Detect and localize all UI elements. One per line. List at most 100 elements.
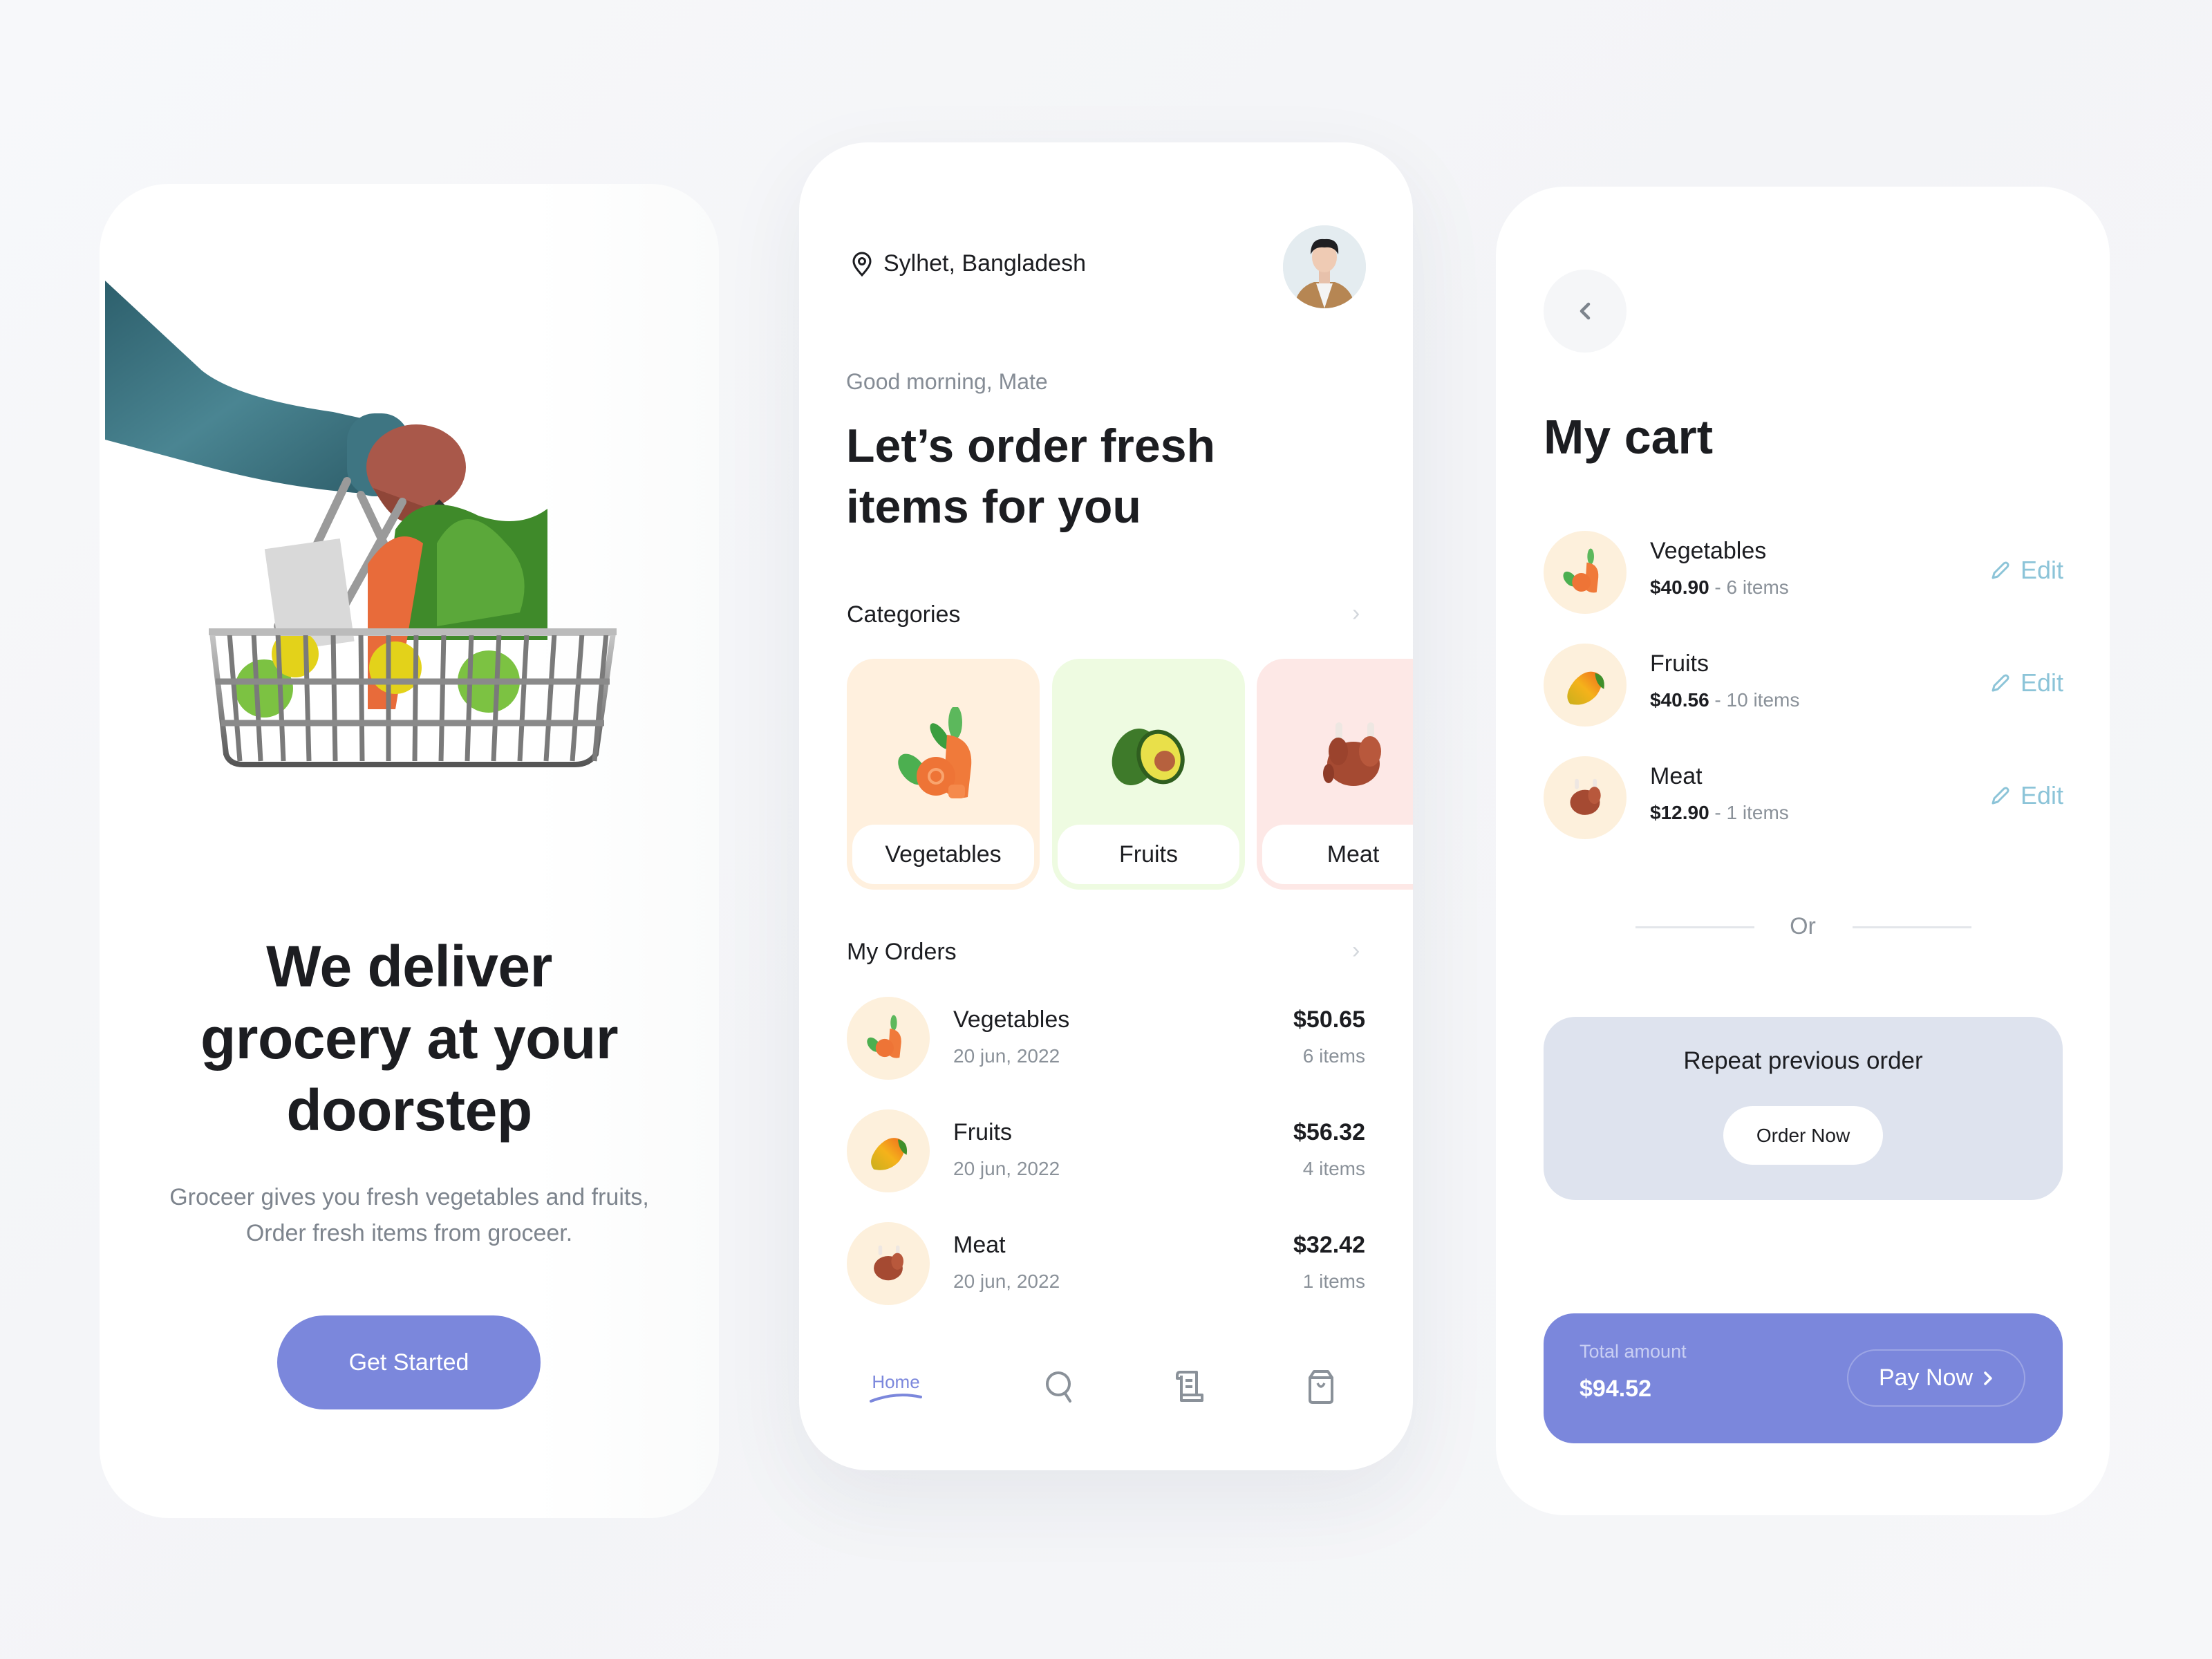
categories-chevron-right-icon[interactable]: › <box>1352 600 1360 627</box>
page-title: My cart <box>1544 410 1714 464</box>
cart-item-price: $40.90 <box>1650 577 1709 598</box>
edit-button[interactable]: Edit <box>1990 781 2063 810</box>
repeat-order-card: Repeat previous order Order Now <box>1544 1017 2063 1200</box>
pencil-icon <box>1991 561 2009 579</box>
divider <box>1853 926 1971 928</box>
cart-item-name: Meat <box>1650 763 1703 789</box>
repeat-order-title: Repeat previous order <box>1683 1047 1923 1074</box>
back-button[interactable] <box>1544 270 1627 353</box>
category-card-meat[interactable]: Meat <box>1257 659 1413 890</box>
search-icon <box>1046 1371 1071 1403</box>
cart-screen: My cart Vegetables $40.90 - 6 items Edit… <box>1496 187 2110 1515</box>
order-price: $50.65 <box>1293 1006 1365 1033</box>
order-name: Vegetables <box>953 1006 1070 1033</box>
order-date: 20 jun, 2022 <box>953 1158 1060 1179</box>
avocado-icon <box>1112 729 1185 785</box>
order-row[interactable]: Meat 20 jun, 2022 $32.42 1 items <box>847 1222 1365 1305</box>
category-card-vegetables[interactable]: Vegetables <box>847 659 1040 890</box>
user-photo <box>1283 225 1366 308</box>
total-label: Total amount <box>1580 1341 1687 1362</box>
pencil-icon <box>1991 787 2009 805</box>
onboarding-subtitle: Groceer gives you fresh vegetables and f… <box>100 1179 719 1251</box>
headline-line: Let’s order fresh <box>846 420 1216 472</box>
category-label: Vegetables <box>852 825 1034 884</box>
order-row[interactable]: Fruits 20 jun, 2022 $56.32 4 items <box>847 1109 1365 1192</box>
nav-home[interactable]: Home <box>858 1359 934 1414</box>
cart-item-name: Fruits <box>1650 650 1709 677</box>
carrot-icon <box>867 1015 901 1058</box>
edit-label: Edit <box>2020 668 2063 697</box>
category-label: Fruits <box>1058 825 1239 884</box>
chevron-right-icon <box>1984 1371 1992 1385</box>
carrot-icon <box>897 707 971 798</box>
avatar[interactable] <box>1283 225 1366 308</box>
cart-item-count: 6 items <box>1726 577 1789 598</box>
orders-chevron-right-icon[interactable]: › <box>1352 937 1360 964</box>
or-separator: Or <box>1496 910 2110 943</box>
map-pin-icon <box>852 252 872 276</box>
cart-item-meta: $12.90 - 1 items <box>1650 802 1789 823</box>
cart-item: Meat $12.90 - 1 items Edit <box>1544 756 2063 839</box>
edit-button[interactable]: Edit <box>1990 668 2063 697</box>
nav-search[interactable] <box>1032 1359 1087 1414</box>
nav-orders[interactable] <box>1163 1359 1218 1414</box>
edit-button[interactable]: Edit <box>1990 556 2063 585</box>
home-headline: Let’s order fresh items for you <box>846 415 1215 537</box>
cart-item: Vegetables $40.90 - 6 items Edit <box>1544 531 2063 614</box>
cart-item-meta: $40.90 - 6 items <box>1650 577 1789 598</box>
shopping-bag-icon <box>1309 1370 1333 1404</box>
carrot-icon <box>1563 548 1599 593</box>
edit-label: Edit <box>2020 556 2063 584</box>
headline-line: doorstep <box>286 1078 532 1143</box>
chicken-icon <box>1322 722 1381 786</box>
order-row[interactable]: Vegetables 20 jun, 2022 $50.65 6 items <box>847 997 1365 1080</box>
category-label: Meat <box>1262 825 1413 884</box>
order-now-button[interactable]: Order Now <box>1723 1106 1883 1165</box>
order-count: 1 items <box>1302 1271 1365 1292</box>
order-date: 20 jun, 2022 <box>953 1271 1060 1292</box>
cart-item-meta: $40.56 - 10 items <box>1650 689 1800 711</box>
location-selector[interactable]: Sylhet, Bangladesh <box>852 250 1086 277</box>
cart-item: Fruits $40.56 - 10 items Edit <box>1544 644 2063 727</box>
headline-line: items for you <box>846 480 1141 533</box>
cart-item-name: Vegetables <box>1650 538 1767 564</box>
hand-basket-illustration <box>105 281 617 767</box>
pay-now-label: Pay Now <box>1878 1365 1974 1391</box>
greeting-text: Good morning, Mate <box>846 369 1048 394</box>
or-label: Or <box>1790 913 1816 939</box>
order-date: 20 jun, 2022 <box>953 1045 1060 1067</box>
mango-icon <box>871 1138 908 1170</box>
cart-item-count: 10 items <box>1726 689 1800 711</box>
onboarding-screen: We deliver grocery at your doorstep Groc… <box>100 184 719 1518</box>
cart-item-price: $12.90 <box>1650 802 1709 823</box>
chicken-icon <box>874 1245 903 1281</box>
total-amount: $94.52 <box>1580 1376 1651 1402</box>
chicken-icon <box>1570 778 1601 815</box>
cart-item-count: 1 items <box>1726 802 1789 823</box>
nav-cart[interactable] <box>1293 1359 1349 1414</box>
headline-line: grocery at your <box>200 1006 619 1071</box>
order-price: $56.32 <box>1293 1119 1365 1145</box>
order-count: 6 items <box>1302 1045 1365 1067</box>
mango-icon <box>1567 671 1604 705</box>
categories-title: Categories <box>847 601 961 628</box>
subtitle-line: Order fresh items from groceer. <box>245 1220 573 1246</box>
pay-now-button[interactable]: Pay Now <box>1847 1349 2025 1407</box>
my-orders-title: My Orders <box>847 939 957 965</box>
edit-label: Edit <box>2020 781 2063 809</box>
location-label: Sylhet, Bangladesh <box>883 250 1086 276</box>
category-card-fruits[interactable]: Fruits <box>1052 659 1245 890</box>
nav-home-label: Home <box>872 1371 920 1392</box>
get-started-button[interactable]: Get Started <box>277 1315 541 1409</box>
receipt-icon <box>1176 1371 1203 1402</box>
cart-item-price: $40.56 <box>1650 689 1709 711</box>
onboarding-headline: We deliver grocery at your doorstep <box>100 930 719 1146</box>
home-screen: Sylhet, Bangladesh Good morning, Mate Le… <box>799 142 1413 1470</box>
order-name: Fruits <box>953 1119 1012 1145</box>
order-price: $32.42 <box>1293 1232 1365 1258</box>
checkout-bar: Total amount $94.52 Pay Now <box>1544 1313 2063 1443</box>
headline-line: We deliver <box>266 934 552 999</box>
order-count: 4 items <box>1302 1158 1365 1179</box>
chevron-left-icon <box>1580 302 1591 320</box>
subtitle-line: Groceer gives you fresh vegetables and f… <box>169 1184 649 1210</box>
